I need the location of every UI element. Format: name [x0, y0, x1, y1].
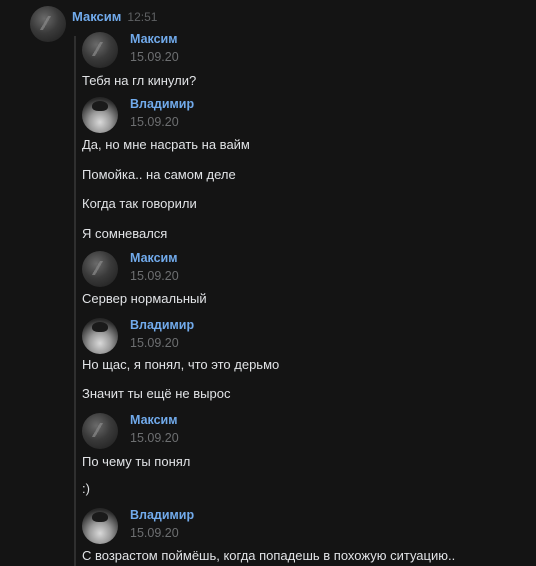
message-date: 15.09.20 — [130, 115, 179, 129]
message-text-content: Значит ты ещё не вырос — [82, 386, 231, 401]
message-text-content: Помойка.. на самом деле — [82, 167, 236, 182]
avatar[interactable] — [30, 6, 66, 42]
message-text: Но щас, я понял, что это дерьмо — [82, 357, 279, 373]
forwarded-messages: Максим 15.09.20 Тебя на гл кинули? Владимир… — [74, 32, 536, 566]
author-meta: Владимир 15.09.20 — [130, 317, 194, 351]
author-name[interactable]: Максим — [130, 412, 179, 429]
message-date: 15.09.20 — [130, 431, 179, 445]
message-text-content: Тебя на гл кинули? — [82, 73, 197, 88]
sender-name[interactable]: Максим — [72, 9, 121, 24]
avatar[interactable] — [82, 318, 118, 354]
message-text: По чему ты понял — [82, 454, 190, 470]
forwarded-author: Максим 15.09.20 — [82, 413, 179, 449]
message-text: Помойка.. на самом деле — [82, 167, 236, 183]
message-text-content: Я сомневался — [82, 226, 168, 241]
avatar[interactable] — [82, 251, 118, 287]
author-name[interactable]: Владимир — [130, 507, 194, 524]
forwarded-author: Максим 15.09.20 — [82, 32, 179, 68]
avatar[interactable] — [82, 508, 118, 544]
author-name[interactable]: Максим — [130, 31, 179, 48]
message-text: Тебя на гл кинули? — [82, 73, 196, 89]
message-text: Я сомневался — [82, 226, 167, 242]
message-text: Сервер нормальный — [82, 291, 207, 307]
message-date: 15.09.20 — [130, 50, 179, 64]
author-meta: Максим 15.09.20 — [130, 31, 179, 65]
author-name[interactable]: Максим — [130, 250, 179, 267]
author-name[interactable]: Владимир — [130, 317, 194, 334]
forwarded-author: Владимир 15.09.20 — [82, 508, 194, 544]
author-meta: Максим 15.09.20 — [130, 412, 179, 446]
message-text-content: Да, но мне насрать на вайм — [82, 137, 250, 152]
message-date: 15.09.20 — [130, 526, 179, 540]
message-text: Значит ты ещё не вырос — [82, 386, 230, 402]
avatar[interactable] — [82, 32, 118, 68]
forwarded-author: Владимир 15.09.20 — [82, 97, 194, 133]
message-text-content: Когда так говорили — [82, 196, 197, 211]
author-meta: Владимир 15.09.20 — [130, 96, 194, 130]
forwarded-author: Максим 15.09.20 — [82, 251, 179, 287]
author-name[interactable]: Владимир — [130, 96, 194, 113]
message-meta: Максим 12:51 — [72, 9, 157, 24]
message-date: 15.09.20 — [130, 269, 179, 283]
message-time: 12:51 — [127, 10, 158, 24]
message-text: :) — [82, 481, 90, 497]
forwarded-author: Владимир 15.09.20 — [82, 318, 194, 354]
avatar[interactable] — [82, 413, 118, 449]
message-date: 15.09.20 — [130, 336, 179, 350]
message-text: Когда так говорили — [82, 196, 197, 212]
message-text-content: По чему ты понял — [82, 454, 191, 469]
avatar[interactable] — [82, 97, 118, 133]
message-text-content: :) — [82, 481, 90, 496]
author-meta: Максим 15.09.20 — [130, 250, 179, 284]
message-text-content: Но щас, я понял, что это дерьмо — [82, 357, 280, 372]
message-text: Да, но мне насрать на вайм — [82, 137, 250, 153]
author-meta: Владимир 15.09.20 — [130, 507, 194, 541]
message-text-content: Сервер нормальный — [82, 291, 207, 306]
